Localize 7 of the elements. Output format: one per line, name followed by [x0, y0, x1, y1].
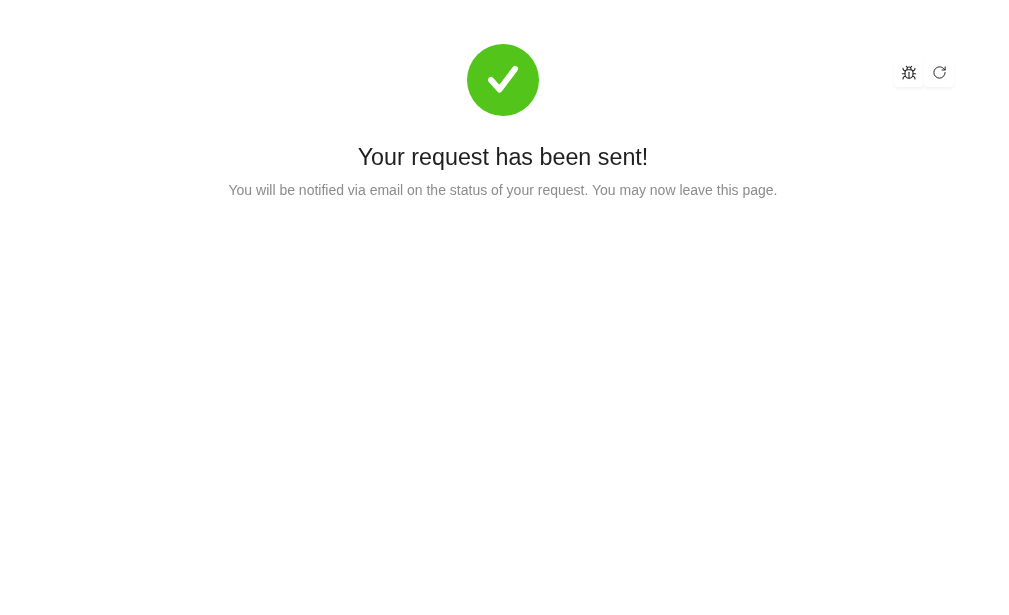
bug-icon — [901, 64, 917, 81]
refresh-icon — [931, 65, 947, 80]
result-title: Your request has been sent! — [357, 143, 649, 172]
refresh-button[interactable] — [924, 58, 954, 87]
debug-button[interactable] — [894, 58, 924, 87]
checkmark-circle-icon — [467, 44, 539, 116]
result-subtitle: You will be notified via email on the status of your request. You may now leave this page. — [228, 181, 778, 200]
